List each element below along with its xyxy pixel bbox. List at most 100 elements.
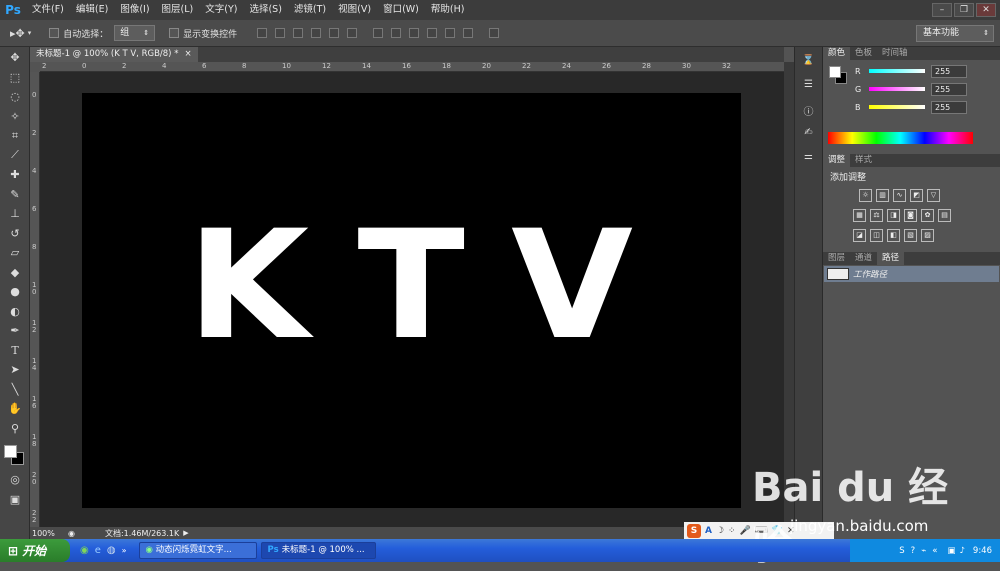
history-brush-icon[interactable]: ↺ — [4, 224, 26, 242]
ime-keyboard-icon[interactable]: ⌨ — [755, 526, 768, 536]
channel-b-value[interactable]: 255 — [931, 100, 967, 114]
quicklaunch-icon-1[interactable]: ◉ — [80, 545, 89, 556]
levels-icon[interactable]: ▥ — [876, 189, 889, 202]
ime-mode-icon[interactable]: A — [705, 526, 712, 536]
workspace-selector[interactable]: 基本功能 ⇕ — [916, 25, 994, 42]
menu-item-8[interactable]: 窗口(W) — [377, 0, 425, 20]
foreground-color-swatch[interactable] — [4, 445, 17, 458]
path-select-icon[interactable]: ➤ — [4, 361, 26, 379]
curves-icon[interactable]: ∿ — [893, 189, 906, 202]
tray-icon-1[interactable]: S — [899, 546, 904, 556]
ime-voice-icon[interactable]: 🎤 — [740, 526, 751, 536]
auto-select-dropdown[interactable]: 组 ⇕ — [114, 25, 156, 41]
crop-tool-icon[interactable]: ⌗ — [4, 127, 26, 145]
align-bottom-icon[interactable] — [293, 28, 304, 38]
distribute-right-icon[interactable] — [463, 28, 474, 38]
color-balance-icon[interactable]: ⚖ — [870, 209, 883, 222]
type-tool-icon[interactable]: T — [4, 341, 26, 359]
align-right-icon[interactable] — [347, 28, 358, 38]
screen-mode-icon[interactable]: ▣ — [4, 490, 26, 508]
auto-align-icon[interactable] — [489, 28, 500, 38]
ime-skin-icon[interactable]: 👕 — [772, 526, 783, 536]
ie-icon[interactable]: e — [95, 545, 101, 556]
tray-chevron-icon[interactable]: « — [932, 546, 937, 556]
color-lookup-icon[interactable]: ▤ — [938, 209, 951, 222]
tab-layers[interactable]: 图层 — [823, 252, 850, 265]
photo-filter-icon[interactable]: ◙ — [904, 209, 917, 222]
tab-swatches[interactable]: 色板 — [850, 47, 877, 60]
exposure-icon[interactable]: ◩ — [910, 189, 923, 202]
panel-fg-swatch[interactable] — [829, 66, 841, 78]
ime-tools-icon[interactable]: ✕ — [787, 526, 795, 536]
channel-g-slider[interactable] — [869, 87, 925, 91]
clone-stamp-icon[interactable]: ⊥ — [4, 205, 26, 223]
letter-t[interactable]: T — [357, 211, 464, 361]
brush-tool-icon[interactable]: ✎ — [4, 185, 26, 203]
brightness-icon[interactable]: ☼ — [859, 189, 872, 202]
color-spectrum[interactable] — [828, 132, 973, 144]
letter-v[interactable]: V — [511, 211, 633, 361]
dodge-tool-icon[interactable]: ◐ — [4, 302, 26, 320]
network-icon[interactable]: ▣ — [947, 546, 955, 556]
move-tool-icon[interactable]: ✥ — [4, 49, 26, 67]
sogou-logo-icon[interactable]: S — [687, 523, 701, 538]
quick-mask-icon[interactable]: ◎ — [4, 471, 26, 489]
status-arrow-icon[interactable]: ▶ — [183, 529, 188, 537]
quicklaunch-chevron-icon[interactable]: » — [122, 546, 127, 555]
pen-tool-icon[interactable]: ✒ — [4, 322, 26, 340]
channel-b-slider[interactable] — [869, 105, 925, 109]
menu-item-4[interactable]: 文字(Y) — [199, 0, 243, 20]
channel-g-value[interactable]: 255 — [931, 82, 967, 96]
distribute-top-icon[interactable] — [373, 28, 384, 38]
tray-icon-3[interactable]: ⌁ — [921, 546, 926, 556]
info-panel-icon[interactable]: ⓘ — [800, 103, 818, 119]
black-white-icon[interactable]: ◨ — [887, 209, 900, 222]
status-menu-icon[interactable]: ◉ — [68, 529, 75, 538]
restore-button[interactable]: ❐ — [954, 3, 974, 17]
align-vcenter-icon[interactable] — [275, 28, 286, 38]
distribute-vcenter-icon[interactable] — [391, 28, 402, 38]
history-panel-icon[interactable]: ⌛ — [800, 55, 818, 71]
close-tab-icon[interactable]: × — [184, 47, 191, 62]
show-transform-checkbox[interactable] — [169, 28, 180, 38]
menu-item-1[interactable]: 编辑(E) — [70, 0, 114, 20]
tab-paths[interactable]: 路径 — [877, 252, 905, 265]
zoom-level[interactable]: 100% — [32, 529, 64, 538]
path-list-item[interactable]: 工作路径 — [824, 266, 999, 282]
align-top-icon[interactable] — [257, 28, 268, 38]
tab-color[interactable]: 颜色 — [823, 47, 851, 60]
channel-r-slider[interactable] — [869, 69, 925, 73]
tab-styles[interactable]: 样式 — [850, 154, 877, 167]
gradient-map-icon[interactable]: ▨ — [921, 229, 934, 242]
close-button[interactable]: ✕ — [976, 3, 996, 17]
channel-mixer-icon[interactable]: ✿ — [921, 209, 934, 222]
hand-tool-icon[interactable]: ✋ — [4, 400, 26, 418]
posterize-icon[interactable]: ◫ — [870, 229, 883, 242]
lasso-tool-icon[interactable]: ◌ — [4, 88, 26, 106]
clock[interactable]: 9:46 — [973, 546, 992, 556]
move-tool-icon[interactable]: ▸✥ — [10, 27, 25, 40]
volume-icon[interactable]: ♪ — [959, 546, 964, 556]
minimize-button[interactable]: – — [932, 3, 952, 17]
vibrance-icon[interactable]: ▽ — [927, 189, 940, 202]
distribute-left-icon[interactable] — [427, 28, 438, 38]
canvas-area[interactable]: K T V — [40, 72, 784, 527]
document-canvas[interactable]: K T V — [82, 93, 741, 508]
eyedropper-tool-icon[interactable]: ⟋ — [4, 146, 26, 164]
align-hcenter-icon[interactable] — [329, 28, 340, 38]
taskbar-item-browser[interactable]: ◉ 动态闪烁霓虹文字... — [138, 542, 257, 559]
quicklaunch-icon-3[interactable]: ◍ — [107, 545, 116, 556]
tool-preset-dropdown-icon[interactable]: ▾ — [28, 29, 32, 37]
letter-k[interactable]: K — [187, 211, 309, 361]
menu-item-7[interactable]: 视图(V) — [332, 0, 377, 20]
ime-symbol-icon[interactable]: ⁘ — [728, 526, 736, 536]
brush-panel-icon[interactable]: ✍ — [800, 127, 818, 143]
properties-panel-icon[interactable]: ☰ — [800, 79, 818, 95]
menu-item-6[interactable]: 滤镜(T) — [288, 0, 332, 20]
invert-icon[interactable]: ◪ — [853, 229, 866, 242]
distribute-bottom-icon[interactable] — [409, 28, 420, 38]
hue-sat-icon[interactable]: ▦ — [853, 209, 866, 222]
menu-item-5[interactable]: 选择(S) — [243, 0, 287, 20]
zoom-tool-icon[interactable]: ⚲ — [4, 419, 26, 437]
menu-item-3[interactable]: 图层(L) — [156, 0, 200, 20]
